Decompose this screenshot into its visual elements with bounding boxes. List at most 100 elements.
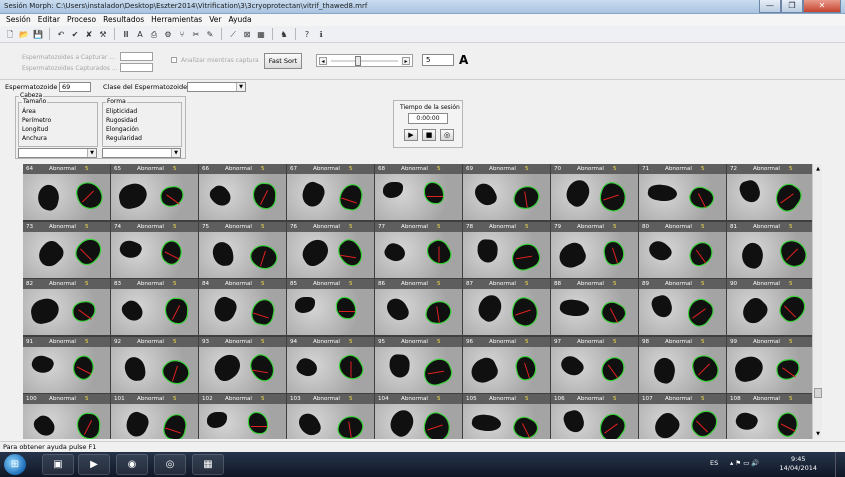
undo-icon[interactable]: ↶ — [55, 28, 67, 41]
scroll-thumb[interactable] — [814, 388, 822, 398]
close-button[interactable]: ✕ — [803, 0, 841, 13]
menu-ayuda[interactable]: Ayuda — [225, 14, 255, 26]
sperm-cell[interactable]: 87 Abnormal 5 — [463, 279, 550, 335]
media-player-icon[interactable]: ▶ — [78, 454, 110, 475]
size-dropdown[interactable]: ▼ — [18, 148, 97, 158]
sperm-cell[interactable]: 103 Abnormal 5 — [287, 394, 374, 439]
sperm-cell[interactable]: 80 Abnormal 5 — [639, 222, 726, 278]
sperm-cell[interactable]: 91 Abnormal 5 — [23, 337, 110, 393]
sperm-cell[interactable]: 82 Abnormal 5 — [23, 279, 110, 335]
sperm-cell[interactable]: 107 Abnormal 5 — [639, 394, 726, 439]
slider-right-button[interactable]: ▸ — [402, 57, 410, 65]
show-desktop-button[interactable] — [835, 452, 845, 477]
start-button[interactable]: ⊞ — [4, 454, 26, 475]
language-indicator[interactable]: ES — [710, 459, 718, 467]
sperm-cell[interactable]: 85 Abnormal 5 — [287, 279, 374, 335]
sperm-cell[interactable]: 88 Abnormal 5 — [551, 279, 638, 335]
sperm-cell[interactable]: 101 Abnormal 5 — [111, 394, 198, 439]
sperm-cell[interactable]: 73 Abnormal 5 — [23, 222, 110, 278]
capture-target-input[interactable] — [120, 52, 153, 61]
help-icon[interactable]: ? — [301, 28, 313, 41]
scroll-up-button[interactable]: ▲ — [813, 164, 823, 174]
explorer-icon[interactable]: ▣ — [42, 454, 74, 475]
menu-herramientas[interactable]: Herramientas — [148, 14, 206, 26]
slider-left-button[interactable]: ◂ — [319, 57, 327, 65]
form-item[interactable]: Elipticidad — [106, 108, 137, 115]
sperm-cell[interactable]: 67 Abnormal 5 — [287, 164, 374, 220]
column-icon[interactable]: Ⅲ — [120, 28, 132, 41]
sperm-cell[interactable]: 102 Abnormal 5 — [199, 394, 286, 439]
sperm-cell[interactable]: 71 Abnormal 5 — [639, 164, 726, 220]
sperm-cell[interactable]: 99 Abnormal 5 — [727, 337, 812, 393]
sperm-number-input[interactable]: 69 — [59, 82, 91, 92]
morph-app-icon[interactable]: ◎ — [154, 454, 186, 475]
form-item[interactable]: Regularidad — [106, 135, 142, 142]
sperm-cell[interactable]: 75 Abnormal 5 — [199, 222, 286, 278]
size-item[interactable]: Longitud — [22, 126, 48, 133]
sperm-cell[interactable]: 105 Abnormal 5 — [463, 394, 550, 439]
clock[interactable]: 9:45 14/04/2014 — [780, 455, 817, 473]
tools-icon[interactable]: ⚙ — [162, 28, 174, 41]
sperm-cell[interactable]: 104 Abnormal 5 — [375, 394, 462, 439]
sperm-cell[interactable]: 70 Abnormal 5 — [551, 164, 638, 220]
size-item[interactable]: Área — [22, 108, 36, 115]
sperm-cell[interactable]: 92 Abnormal 5 — [111, 337, 198, 393]
sperm-cell[interactable]: 100 Abnormal 5 — [23, 394, 110, 439]
sperm-cell[interactable]: 79 Abnormal 5 — [551, 222, 638, 278]
sperm-cell[interactable]: 95 Abnormal 5 — [375, 337, 462, 393]
sperm-cell[interactable]: 90 Abnormal 5 — [727, 279, 812, 335]
vertical-scrollbar[interactable]: ▲ ▼ — [812, 164, 822, 439]
sperm-cell[interactable]: 93 Abnormal 5 — [199, 337, 286, 393]
print-icon[interactable]: ⎙ — [148, 28, 160, 41]
select-icon[interactable]: ✂ — [190, 28, 202, 41]
maximize-button[interactable]: ❐ — [781, 0, 803, 13]
calculator-icon[interactable]: ▦ — [255, 28, 267, 41]
sperm-cell[interactable]: 76 Abnormal 5 — [287, 222, 374, 278]
sperm-cell[interactable]: 66 Abnormal 5 — [199, 164, 286, 220]
minimize-button[interactable]: — — [759, 0, 781, 13]
stop-button[interactable]: ■ — [422, 129, 436, 141]
sperm-cell[interactable]: 108 Abnormal 5 — [727, 394, 812, 439]
grid-cross-icon[interactable]: ⊠ — [241, 28, 253, 41]
sperm-cell[interactable]: 94 Abnormal 5 — [287, 337, 374, 393]
tray-icons[interactable]: ▴ ⚑ ▭ 🔊 — [730, 459, 760, 467]
sperm-cell[interactable]: 77 Abnormal 5 — [375, 222, 462, 278]
record-button[interactable]: ◎ — [440, 129, 454, 141]
settings-icon[interactable]: ⚒ — [97, 28, 109, 41]
form-item[interactable]: Elongación — [106, 126, 139, 133]
sperm-cell[interactable]: 64 Abnormal 5 — [23, 164, 110, 220]
form-item[interactable]: Rugosidad — [106, 117, 137, 124]
class-dropdown[interactable]: ▼ — [187, 82, 246, 92]
sperm-cell[interactable]: 86 Abnormal 5 — [375, 279, 462, 335]
open-icon[interactable]: 📂 — [18, 28, 30, 41]
menu-proceso[interactable]: Proceso — [64, 14, 100, 26]
zoom-slider[interactable]: ◂ ▸ — [316, 54, 413, 67]
sperm-cell[interactable]: 65 Abnormal 5 — [111, 164, 198, 220]
save-icon[interactable]: 💾 — [32, 28, 44, 41]
font-size-icon[interactable]: A — [459, 53, 468, 67]
brush-icon[interactable]: ✎ — [204, 28, 216, 41]
analyze-checkbox[interactable] — [171, 57, 177, 63]
firefox-icon[interactable]: ◉ — [116, 454, 148, 475]
play-button[interactable]: ▶ — [404, 129, 418, 141]
sperm-cell[interactable]: 84 Abnormal 5 — [199, 279, 286, 335]
scroll-down-button[interactable]: ▼ — [813, 429, 823, 439]
slider-thumb[interactable] — [355, 56, 361, 66]
sperm-cell[interactable]: 89 Abnormal 5 — [639, 279, 726, 335]
size-item[interactable]: Anchura — [22, 135, 47, 142]
sperm-cell[interactable]: 96 Abnormal 5 — [463, 337, 550, 393]
sperm-cell[interactable]: 74 Abnormal 5 — [111, 222, 198, 278]
grid-app-icon[interactable]: ▦ — [192, 454, 224, 475]
sperm-cell[interactable]: 81 Abnormal 5 — [727, 222, 812, 278]
info-icon[interactable]: ℹ — [315, 28, 327, 41]
font-icon[interactable]: A — [134, 28, 146, 41]
size-value-input[interactable]: 5 — [422, 54, 454, 66]
line-icon[interactable]: ⟋ — [227, 28, 239, 41]
form-dropdown[interactable]: ▼ — [102, 148, 181, 158]
menu-resultados[interactable]: Resultados — [100, 14, 148, 26]
menu-sesion[interactable]: Sesión — [3, 14, 35, 26]
sperm-cell[interactable]: 106 Abnormal 5 — [551, 394, 638, 439]
sperm-cell[interactable]: 68 Abnormal 5 — [375, 164, 462, 220]
tweezers-icon[interactable]: ⑂ — [176, 28, 188, 41]
fast-sort-button[interactable]: Fast Sort — [264, 53, 302, 69]
